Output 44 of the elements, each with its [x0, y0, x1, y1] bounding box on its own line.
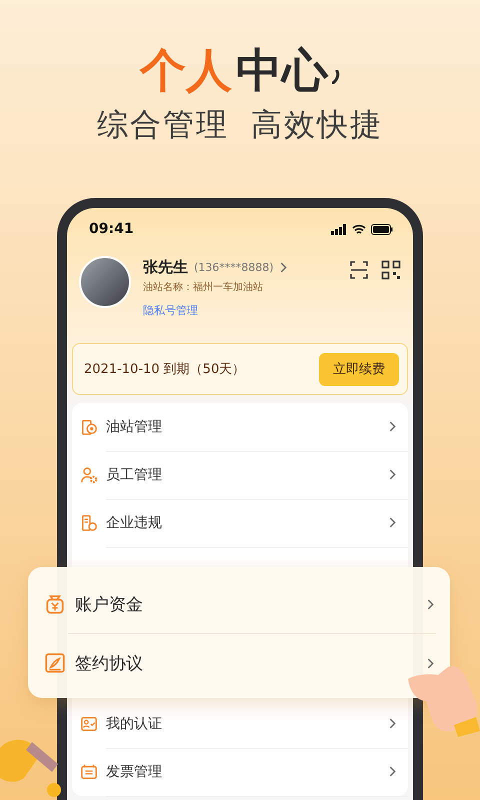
fuel-station-icon: [80, 418, 98, 436]
chevron-right-icon: [427, 598, 434, 610]
ticket-icon: [80, 763, 98, 781]
menu-item[interactable]: 发票管理: [72, 748, 408, 796]
station-name: 油站名称：福州一车加油站: [143, 280, 264, 294]
headline: 中心: [236, 42, 328, 99]
menu-label: 发票管理: [106, 762, 162, 780]
menu-label: 企业违规: [106, 514, 162, 532]
id-card-check-icon: [80, 715, 98, 733]
person-gear-icon: [80, 466, 98, 484]
building-icon: [80, 514, 98, 532]
chevron-right-icon: [389, 766, 396, 777]
menu-label: 我的认证: [106, 714, 162, 732]
menu-label: 账户资金: [75, 594, 144, 616]
subtitle: 综合管理 高效快捷: [96, 106, 384, 145]
expiry-text: 2021-10-10 到期（50天）: [84, 361, 246, 378]
phone-number: (136****8888): [194, 261, 274, 274]
money-bag-icon: [44, 593, 66, 615]
menu-item[interactable]: 我的认证: [72, 700, 408, 748]
chevron-right-icon: [280, 262, 287, 273]
menu-item[interactable]: 企业违规: [72, 499, 408, 547]
menu-item[interactable]: 账户资金: [28, 575, 450, 633]
status-time: 09:41: [89, 221, 134, 237]
battery-icon: [371, 224, 393, 234]
menu-label: 签约协议: [75, 652, 144, 674]
chevron-right-icon: [389, 421, 396, 432]
avatar-photo-placeholder: [79, 256, 131, 308]
chevron-right-icon: [389, 718, 396, 729]
menu-item[interactable]: 员工管理: [72, 451, 408, 499]
renew-button[interactable]: 立即续费: [319, 352, 399, 386]
qr-code-icon[interactable]: [381, 260, 401, 280]
user-name: 张先生: [143, 258, 188, 277]
chevron-right-icon: [427, 658, 434, 668]
chevron-right-icon: [389, 469, 396, 480]
brush-stroke-icon: [332, 70, 340, 84]
menu-label: 油站管理: [106, 418, 162, 436]
menu-label: 员工管理: [106, 466, 162, 484]
headline-accent: 个人: [140, 42, 232, 99]
menu-item[interactable]: 油站管理: [72, 403, 408, 451]
document-pen-icon: [44, 652, 66, 674]
chevron-right-icon: [389, 517, 396, 528]
scan-icon[interactable]: [349, 260, 369, 280]
wifi-icon: [352, 224, 366, 234]
signal-icon: [331, 224, 347, 234]
